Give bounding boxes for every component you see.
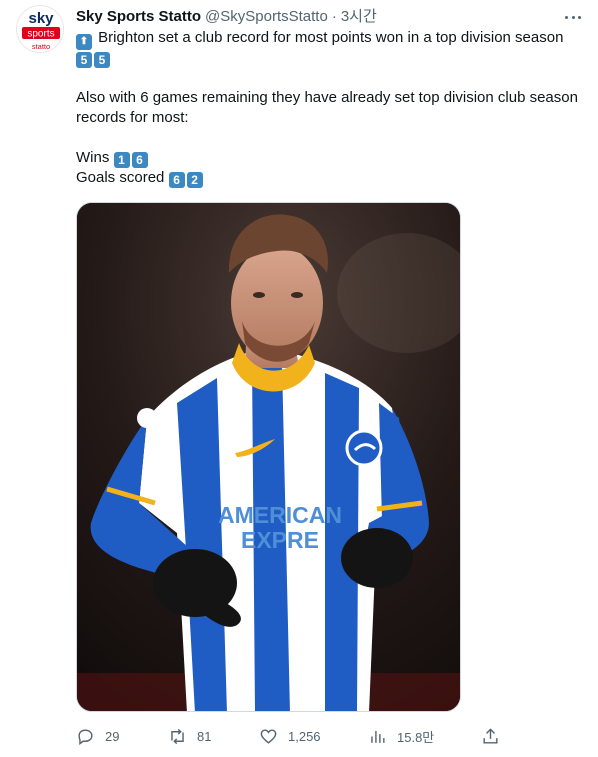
reply-icon — [78, 728, 93, 745]
tweet-actions: 29 81 1,256 15.8만 — [76, 722, 506, 750]
repost-button[interactable]: 81 — [168, 722, 211, 750]
shirt-sponsor-line1: AMERICAN — [218, 502, 342, 528]
tweet-photo[interactable]: AMERICAN EXPRE — [76, 202, 461, 712]
repost-icon — [171, 728, 184, 744]
more-options-button[interactable] — [562, 7, 584, 27]
keycap-emoji: 6 — [168, 172, 185, 188]
more-horizontal-icon-dot — [578, 15, 581, 19]
tweet-header: Sky Sports Statto @SkySportsStatto · 3시간 — [76, 7, 377, 27]
record-text: Brighton set a club record for most poin… — [98, 29, 564, 46]
keycap-emoji: 1 — [113, 152, 130, 168]
like-button[interactable]: 1,256 — [259, 722, 321, 750]
more-horizontal-icon-dot — [571, 15, 575, 19]
views-button[interactable]: 15.8만 — [368, 722, 434, 750]
share-button[interactable] — [481, 722, 500, 750]
reply-count: 29 — [105, 728, 120, 744]
keycap-emoji: 5 — [94, 52, 110, 68]
heart-icon — [260, 728, 277, 744]
logo-statto-text: statto — [32, 42, 50, 51]
goals-line: Goals scored 62 — [76, 168, 586, 188]
tweet[interactable]: sky sports statto Sky Sports Statto @Sky… — [0, 0, 598, 757]
keycap-emoji: 5 — [76, 52, 92, 68]
reply-button[interactable]: 29 — [76, 722, 119, 750]
author-handle[interactable]: @SkySportsStatto — [205, 7, 328, 27]
like-count: 1,256 — [288, 728, 321, 744]
more-horizontal-icon — [565, 15, 568, 19]
view-count: 15.8만 — [397, 729, 435, 745]
shirt-sponsor-line2: EXPRE — [241, 527, 319, 553]
wins-label: Wins — [76, 149, 110, 166]
tweet-paragraph-2: Also with 6 games remaining they have al… — [76, 89, 578, 126]
bar-chart-icon — [371, 730, 385, 743]
player-photo: AMERICAN EXPRE — [77, 203, 460, 711]
share-icon — [483, 727, 498, 744]
separator-dot: · — [331, 8, 337, 25]
points-keycaps: 55 — [76, 48, 586, 68]
logo-sports-text: sports — [27, 29, 54, 40]
tweet-text-line-1: ⬆ Brighton set a club record for most po… — [76, 28, 586, 50]
wins-line: Wins 16 — [76, 148, 586, 168]
timestamp[interactable]: 3시간 — [341, 7, 377, 27]
avatar[interactable]: sky sports statto — [16, 5, 64, 53]
keycap-emoji: 2 — [186, 172, 203, 188]
repost-count: 81 — [197, 728, 212, 744]
logo-sky-text: sky — [28, 10, 54, 27]
keycap-emoji: 6 — [131, 152, 148, 168]
goals-label: Goals scored — [76, 169, 165, 186]
author-name[interactable]: Sky Sports Statto — [76, 7, 201, 27]
sky-sports-statto-logo: sky sports statto — [17, 6, 63, 52]
